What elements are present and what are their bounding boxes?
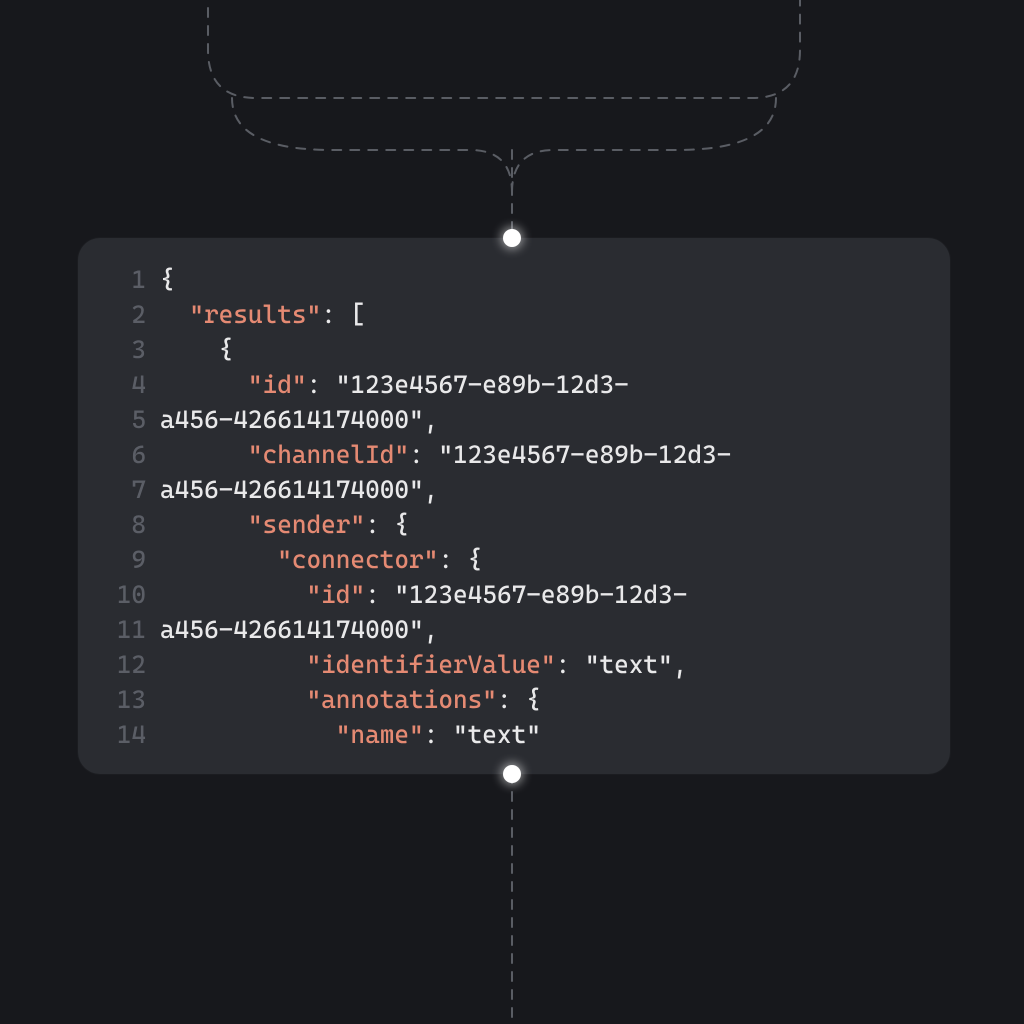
json-string: "text" [453, 720, 541, 749]
json-punct [160, 300, 189, 329]
code-line: 11 a456-426614174000", [100, 612, 928, 647]
json-punct [160, 650, 306, 679]
port-top[interactable] [503, 229, 521, 247]
json-punct: , [673, 650, 688, 679]
line-number: 2 [100, 297, 146, 332]
port-bottom[interactable] [503, 765, 521, 783]
json-punct [160, 720, 336, 749]
response-node[interactable]: 1{2 "results": [3 {4 "id": "123e4567-e89… [78, 238, 950, 774]
json-punct: : [424, 720, 453, 749]
json-key: "connector" [277, 545, 438, 574]
json-punct [160, 580, 306, 609]
line-number: 1 [100, 262, 146, 297]
json-punct [160, 370, 248, 399]
json-string: "123e4567-e89b-12d3- [394, 580, 687, 609]
code-line: 14 "name": "text" [100, 717, 928, 752]
json-punct: : [ [321, 300, 365, 329]
json-punct [160, 440, 248, 469]
json-punct: : { [497, 685, 541, 714]
json-punct: : { [365, 510, 409, 539]
json-punct: : { [438, 545, 482, 574]
json-string: a456-426614174000" [160, 405, 424, 434]
json-string: a456-426614174000" [160, 475, 424, 504]
code-line: 10 "id": "123e4567-e89b-12d3- [100, 577, 928, 612]
line-number: 3 [100, 332, 146, 367]
json-punct [160, 510, 248, 539]
code-block: 1{2 "results": [3 {4 "id": "123e4567-e89… [100, 262, 928, 752]
json-key: "id" [248, 370, 307, 399]
json-key: "identifierValue" [306, 650, 555, 679]
json-key: "sender" [248, 510, 365, 539]
code-line: 9 "connector": { [100, 542, 928, 577]
json-key: "name" [336, 720, 424, 749]
line-number: 9 [100, 542, 146, 577]
json-punct: : [365, 580, 394, 609]
line-number: 6 [100, 437, 146, 472]
code-line: 4 "id": "123e4567-e89b-12d3- [100, 367, 928, 402]
code-line: 5 a456-426614174000", [100, 402, 928, 437]
code-line: 1{ [100, 262, 928, 297]
line-number: 4 [100, 367, 146, 402]
code-line: 6 "channelId": "123e4567-e89b-12d3- [100, 437, 928, 472]
line-number: 11 [100, 612, 146, 647]
code-line: 2 "results": [ [100, 297, 928, 332]
code-line: 13 "annotations": { [100, 682, 928, 717]
json-punct: , [424, 405, 439, 434]
line-number: 5 [100, 402, 146, 437]
json-punct: , [424, 475, 439, 504]
json-key: "channelId" [248, 440, 409, 469]
json-string: a456-426614174000" [160, 615, 424, 644]
json-punct: { [160, 335, 233, 364]
json-string: "123e4567-e89b-12d3- [438, 440, 731, 469]
json-key: "annotations" [306, 685, 496, 714]
json-string: "123e4567-e89b-12d3- [336, 370, 629, 399]
connector-right-branch [512, 98, 776, 192]
json-punct [160, 685, 306, 714]
json-key: "id" [306, 580, 365, 609]
line-number: 13 [100, 682, 146, 717]
json-punct: , [424, 615, 439, 644]
canvas: 1{2 "results": [3 {4 "id": "123e4567-e89… [0, 0, 1024, 1024]
upstream-node-outline [208, 0, 800, 98]
json-punct: : [409, 440, 438, 469]
line-number: 14 [100, 717, 146, 752]
code-line: 3 { [100, 332, 928, 367]
json-punct: : [306, 370, 335, 399]
json-key: "results" [189, 300, 321, 329]
json-punct: : [556, 650, 585, 679]
connector-left-branch [232, 98, 512, 192]
line-number: 7 [100, 472, 146, 507]
code-line: 12 "identifierValue": "text", [100, 647, 928, 682]
json-punct [160, 545, 277, 574]
code-line: 8 "sender": { [100, 507, 928, 542]
line-number: 8 [100, 507, 146, 542]
json-punct: { [160, 265, 175, 294]
code-line: 7 a456-426614174000", [100, 472, 928, 507]
json-string: "text" [585, 650, 673, 679]
line-number: 12 [100, 647, 146, 682]
line-number: 10 [100, 577, 146, 612]
